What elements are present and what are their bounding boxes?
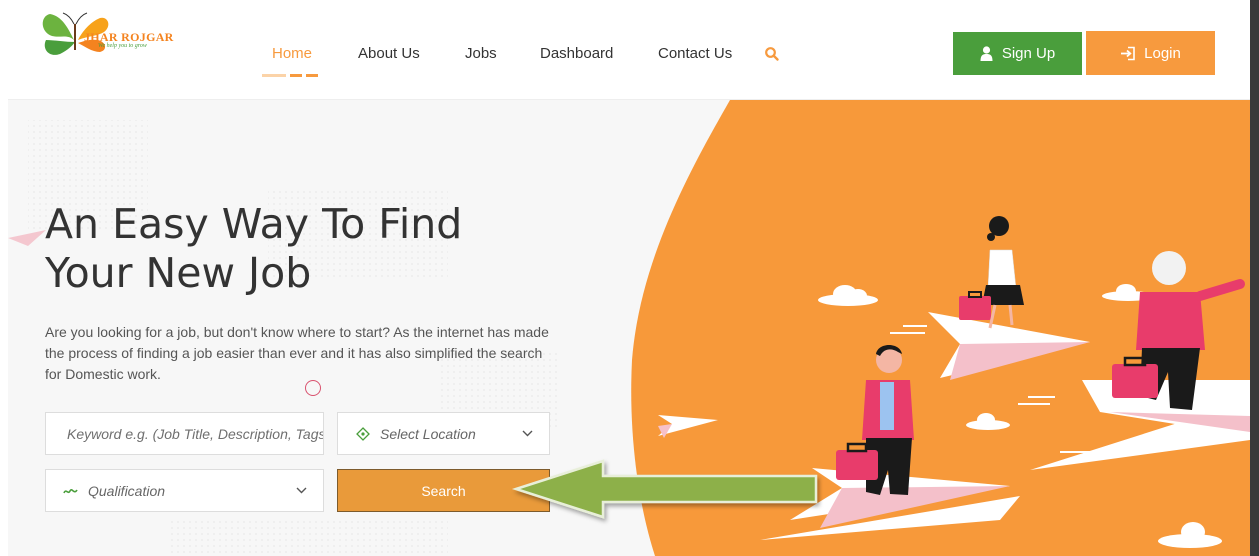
login-label: Login [1144, 44, 1181, 62]
sign-up-button[interactable]: Sign Up [953, 32, 1082, 75]
qualification-select-label: Qualification [88, 482, 166, 499]
nav-home-underline [262, 74, 318, 77]
hero-description: Are you looking for a job, but don't kno… [45, 324, 549, 382]
sign-up-label: Sign Up [1001, 45, 1056, 62]
nav-jobs[interactable]: Jobs [465, 45, 497, 62]
mouse-cursor-indicator [305, 380, 321, 396]
chevron-down-icon [522, 430, 533, 437]
site-header: JHAR ROJGAR We help you to grow Home Abo… [0, 0, 1259, 100]
search-button[interactable]: Search [337, 469, 550, 512]
login-button[interactable]: Login [1086, 31, 1215, 75]
window-right-edge [1250, 0, 1259, 556]
nav-home[interactable]: Home [272, 45, 312, 62]
chevron-down-icon [296, 487, 307, 494]
paper-plane-left-decoration [8, 230, 46, 246]
location-select[interactable]: Select Location [337, 412, 550, 455]
hero-title: An Easy Way To Find Your New Job [45, 200, 605, 298]
hero-title-line-2: Your New Job [45, 249, 312, 297]
brand-tagline: We help you to grow [98, 43, 147, 49]
search-icon[interactable] [764, 46, 780, 62]
qualification-select[interactable]: Qualification [45, 469, 324, 512]
location-select-label: Select Location [380, 425, 476, 442]
graduation-icon [63, 488, 78, 493]
sign-in-icon [1121, 46, 1135, 60]
nav-about-us[interactable]: About Us [358, 45, 420, 62]
page-left-margin [0, 99, 8, 556]
user-icon [980, 46, 993, 61]
nav-contact-us[interactable]: Contact Us [658, 45, 732, 62]
location-crosshair-icon [356, 426, 370, 441]
keyword-field[interactable] [45, 412, 324, 455]
nav-dashboard[interactable]: Dashboard [540, 45, 613, 62]
keyword-input[interactable] [46, 425, 323, 442]
hero-title-line-1: An Easy Way To Find [45, 200, 463, 248]
